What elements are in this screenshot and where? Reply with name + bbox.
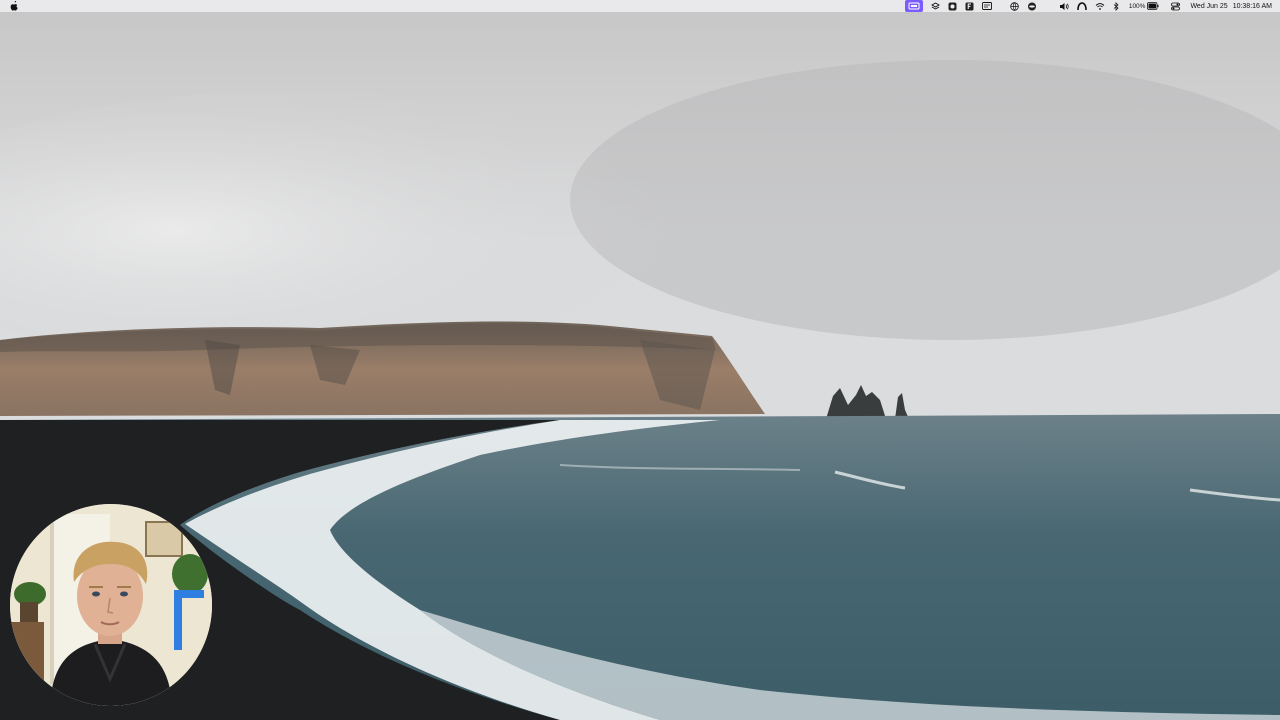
- layers-icon[interactable]: [930, 0, 940, 12]
- wifi-icon[interactable]: [1095, 0, 1105, 12]
- apple-logo-icon[interactable]: [10, 1, 20, 11]
- webcam-overlay[interactable]: [10, 504, 212, 706]
- display-icon[interactable]: [981, 0, 992, 12]
- privacy-icon[interactable]: [1027, 0, 1037, 12]
- menu-bar: 100% Wed Jun 25 10:38:16 AM: [0, 0, 1280, 12]
- control-center-icon[interactable]: [1171, 0, 1181, 12]
- menu-bar-status-area: 100% Wed Jun 25 10:38:16 AM: [904, 0, 1272, 12]
- f-app-icon[interactable]: [965, 0, 974, 12]
- menu-bar-time[interactable]: 10:38:16 AM: [1233, 3, 1272, 10]
- battery-percent: 100%: [1128, 2, 1146, 10]
- bluetooth-icon[interactable]: [1113, 0, 1119, 12]
- battery-icon[interactable]: [1147, 0, 1159, 12]
- camera-app-icon[interactable]: [948, 0, 957, 12]
- volume-icon[interactable]: [1059, 0, 1069, 12]
- menu-bar-date[interactable]: Wed Jun 25: [1190, 3, 1227, 10]
- arc-icon[interactable]: [1077, 0, 1087, 12]
- screen-share-icon[interactable]: [904, 0, 923, 12]
- globe-icon[interactable]: [1010, 0, 1019, 12]
- webcam-person-image: [10, 504, 212, 706]
